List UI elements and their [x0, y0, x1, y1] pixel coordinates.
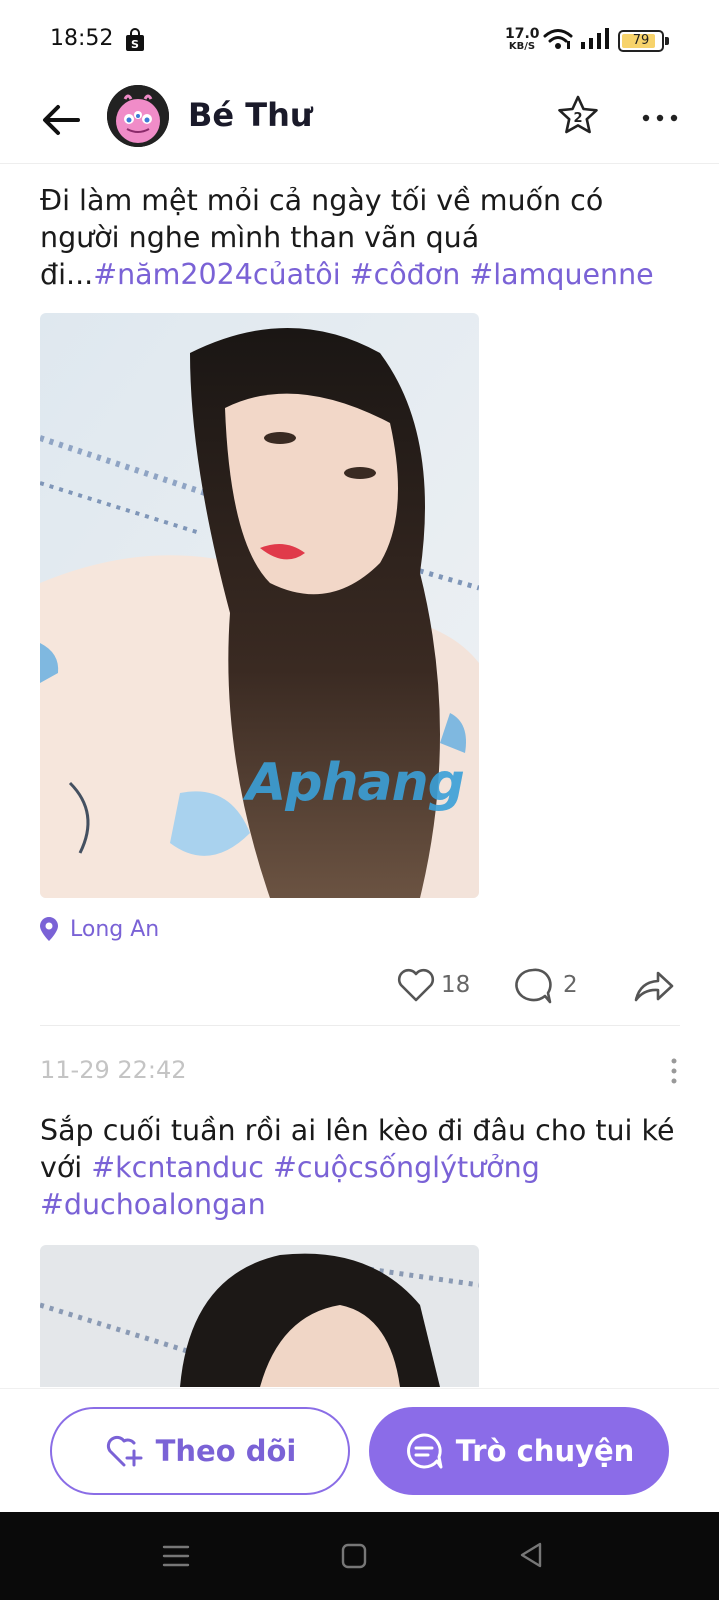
battery-icon: 79 [618, 30, 664, 52]
shop-notification-icon: S [126, 28, 144, 51]
follow-button[interactable]: Theo dõi [50, 1407, 350, 1495]
wifi-icon [543, 29, 573, 49]
battery-cap [665, 37, 669, 45]
network-speed-value: 17.0 [505, 26, 540, 42]
watermark-logo: Aphang [246, 753, 465, 813]
location-pin-icon [40, 917, 58, 941]
system-nav-bar [0, 1512, 719, 1600]
avatar[interactable] [107, 85, 169, 147]
battery-level: 79 [632, 33, 650, 48]
chat-bubble-icon [406, 1433, 443, 1469]
svg-text:2: 2 [573, 111, 582, 126]
comment-count: 2 [563, 972, 578, 998]
network-speed-unit: KB/S [508, 41, 536, 52]
star-icon[interactable]: 2 [554, 92, 602, 140]
like-count: 18 [441, 972, 471, 998]
post-actions: 18 2 [0, 962, 719, 1010]
follow-label: Theo dõi [155, 1434, 297, 1468]
svg-text:S: S [131, 38, 139, 51]
bottom-action-bar: Theo dõi Trò chuyện [0, 1388, 719, 1512]
menu-icon[interactable] [162, 1542, 190, 1570]
location-text: Long An [70, 916, 160, 942]
hashtag[interactable]: #duchoalongan [40, 1188, 266, 1221]
more-icon[interactable] [636, 98, 684, 138]
heart-plus-icon [106, 1435, 143, 1467]
post-photo[interactable] [40, 1245, 479, 1387]
status-bar: 18:52 S 17.0 KB/S 79 [0, 0, 719, 82]
nav-back-icon[interactable] [516, 1540, 546, 1570]
selfie-photo-image [40, 1245, 479, 1387]
heart-icon[interactable] [396, 966, 436, 1004]
comment-icon[interactable] [512, 966, 554, 1006]
profile-name: Bé Thư [188, 96, 313, 134]
post-text: Đi làm mệt mỏi cả ngày tối về muốn có ng… [40, 182, 680, 293]
hashtag[interactable]: #năm2024củatôi [93, 258, 340, 291]
network-speed: 17.0 KB/S [505, 26, 540, 52]
chat-label: Trò chuyện [455, 1434, 635, 1468]
home-icon[interactable] [340, 1542, 368, 1570]
post-text: Sắp cuối tuần rồi ai lên kèo đi đâu cho … [40, 1112, 680, 1223]
hashtag[interactable]: #côđơn [350, 258, 461, 291]
status-time: 18:52 [50, 26, 114, 51]
post-timestamp: 11-29 22:42 [40, 1056, 187, 1084]
chat-button[interactable]: Trò chuyện [369, 1407, 669, 1495]
post-more-icon[interactable] [666, 1056, 682, 1086]
back-arrow-icon[interactable] [38, 96, 86, 144]
post-location[interactable]: Long An [40, 914, 159, 944]
signal-icon [581, 28, 609, 49]
profile-header: Bé Thư 2 [0, 82, 719, 164]
hashtag[interactable]: #lamquenne [469, 258, 653, 291]
post-divider [40, 1025, 680, 1026]
hashtag[interactable]: #cuộcsốnglýtưởng [273, 1151, 540, 1184]
hashtag[interactable]: #kcntanduc [91, 1151, 264, 1184]
avatar-monster-icon [107, 85, 169, 147]
share-icon[interactable] [632, 966, 676, 1006]
post-photo[interactable]: Aphang [40, 313, 479, 898]
